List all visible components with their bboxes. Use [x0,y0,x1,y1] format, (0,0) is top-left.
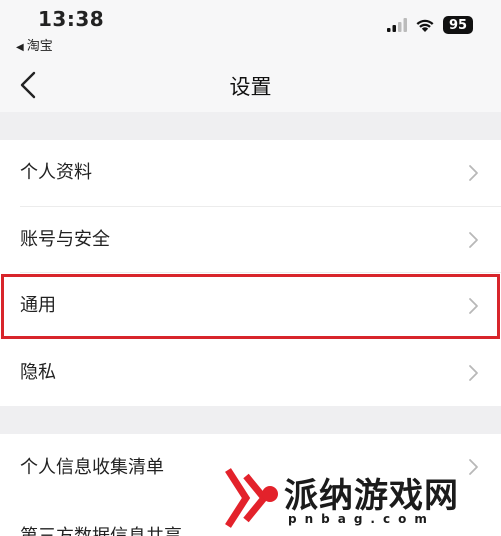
settings-item-label: 通用 [20,295,56,316]
settings-item-account-security[interactable]: 账号与安全 [0,207,501,273]
settings-item-label: 隐私 [20,361,56,383]
settings-item-label: 账号与安全 [20,228,110,250]
chevron-right-icon [469,231,478,248]
status-bar: 13:38 ◀ 淘宝 95 [0,0,501,58]
settings-item-label: 个人信息收集清单 [20,457,164,478]
back-app-label: 淘宝 [26,39,53,54]
chevron-right-icon [469,165,478,181]
battery-indicator: 95 [443,16,473,34]
back-to-app-link[interactable]: ◀ 淘宝 [16,35,53,54]
settings-screen: 13:38 ◀ 淘宝 95 设置 个人资料 账号与安全 通用 隐私 个人信息收集… [0,0,501,536]
watermark-url: pnbag.com [288,512,435,526]
settings-item-general[interactable]: 通用 [0,273,501,340]
settings-item-privacy[interactable]: 隐私 [0,340,501,407]
site-watermark: 派纳游戏网 pnbag.com [222,464,501,536]
page-title: 设置 [229,75,272,99]
chevron-right-icon [469,364,478,381]
settings-item-label: 第三方数据信息共享 [20,522,182,536]
settings-item-label: 个人资料 [20,162,92,183]
watermark-text: 派纳游戏网 [284,476,459,516]
settings-item-profile[interactable]: 个人资料 [0,140,501,207]
chevron-right-icon [469,298,478,314]
status-time: 13:38 [38,7,105,31]
settings-group-account: 个人资料 账号与安全 通用 隐私 [0,140,501,406]
wifi-icon [416,19,434,32]
watermark-logo-icon [225,468,278,528]
status-icons: 95 [387,16,473,34]
nav-bar: 设置 [0,58,501,112]
back-triangle-icon: ◀ [16,42,24,53]
signal-icon [387,18,407,32]
